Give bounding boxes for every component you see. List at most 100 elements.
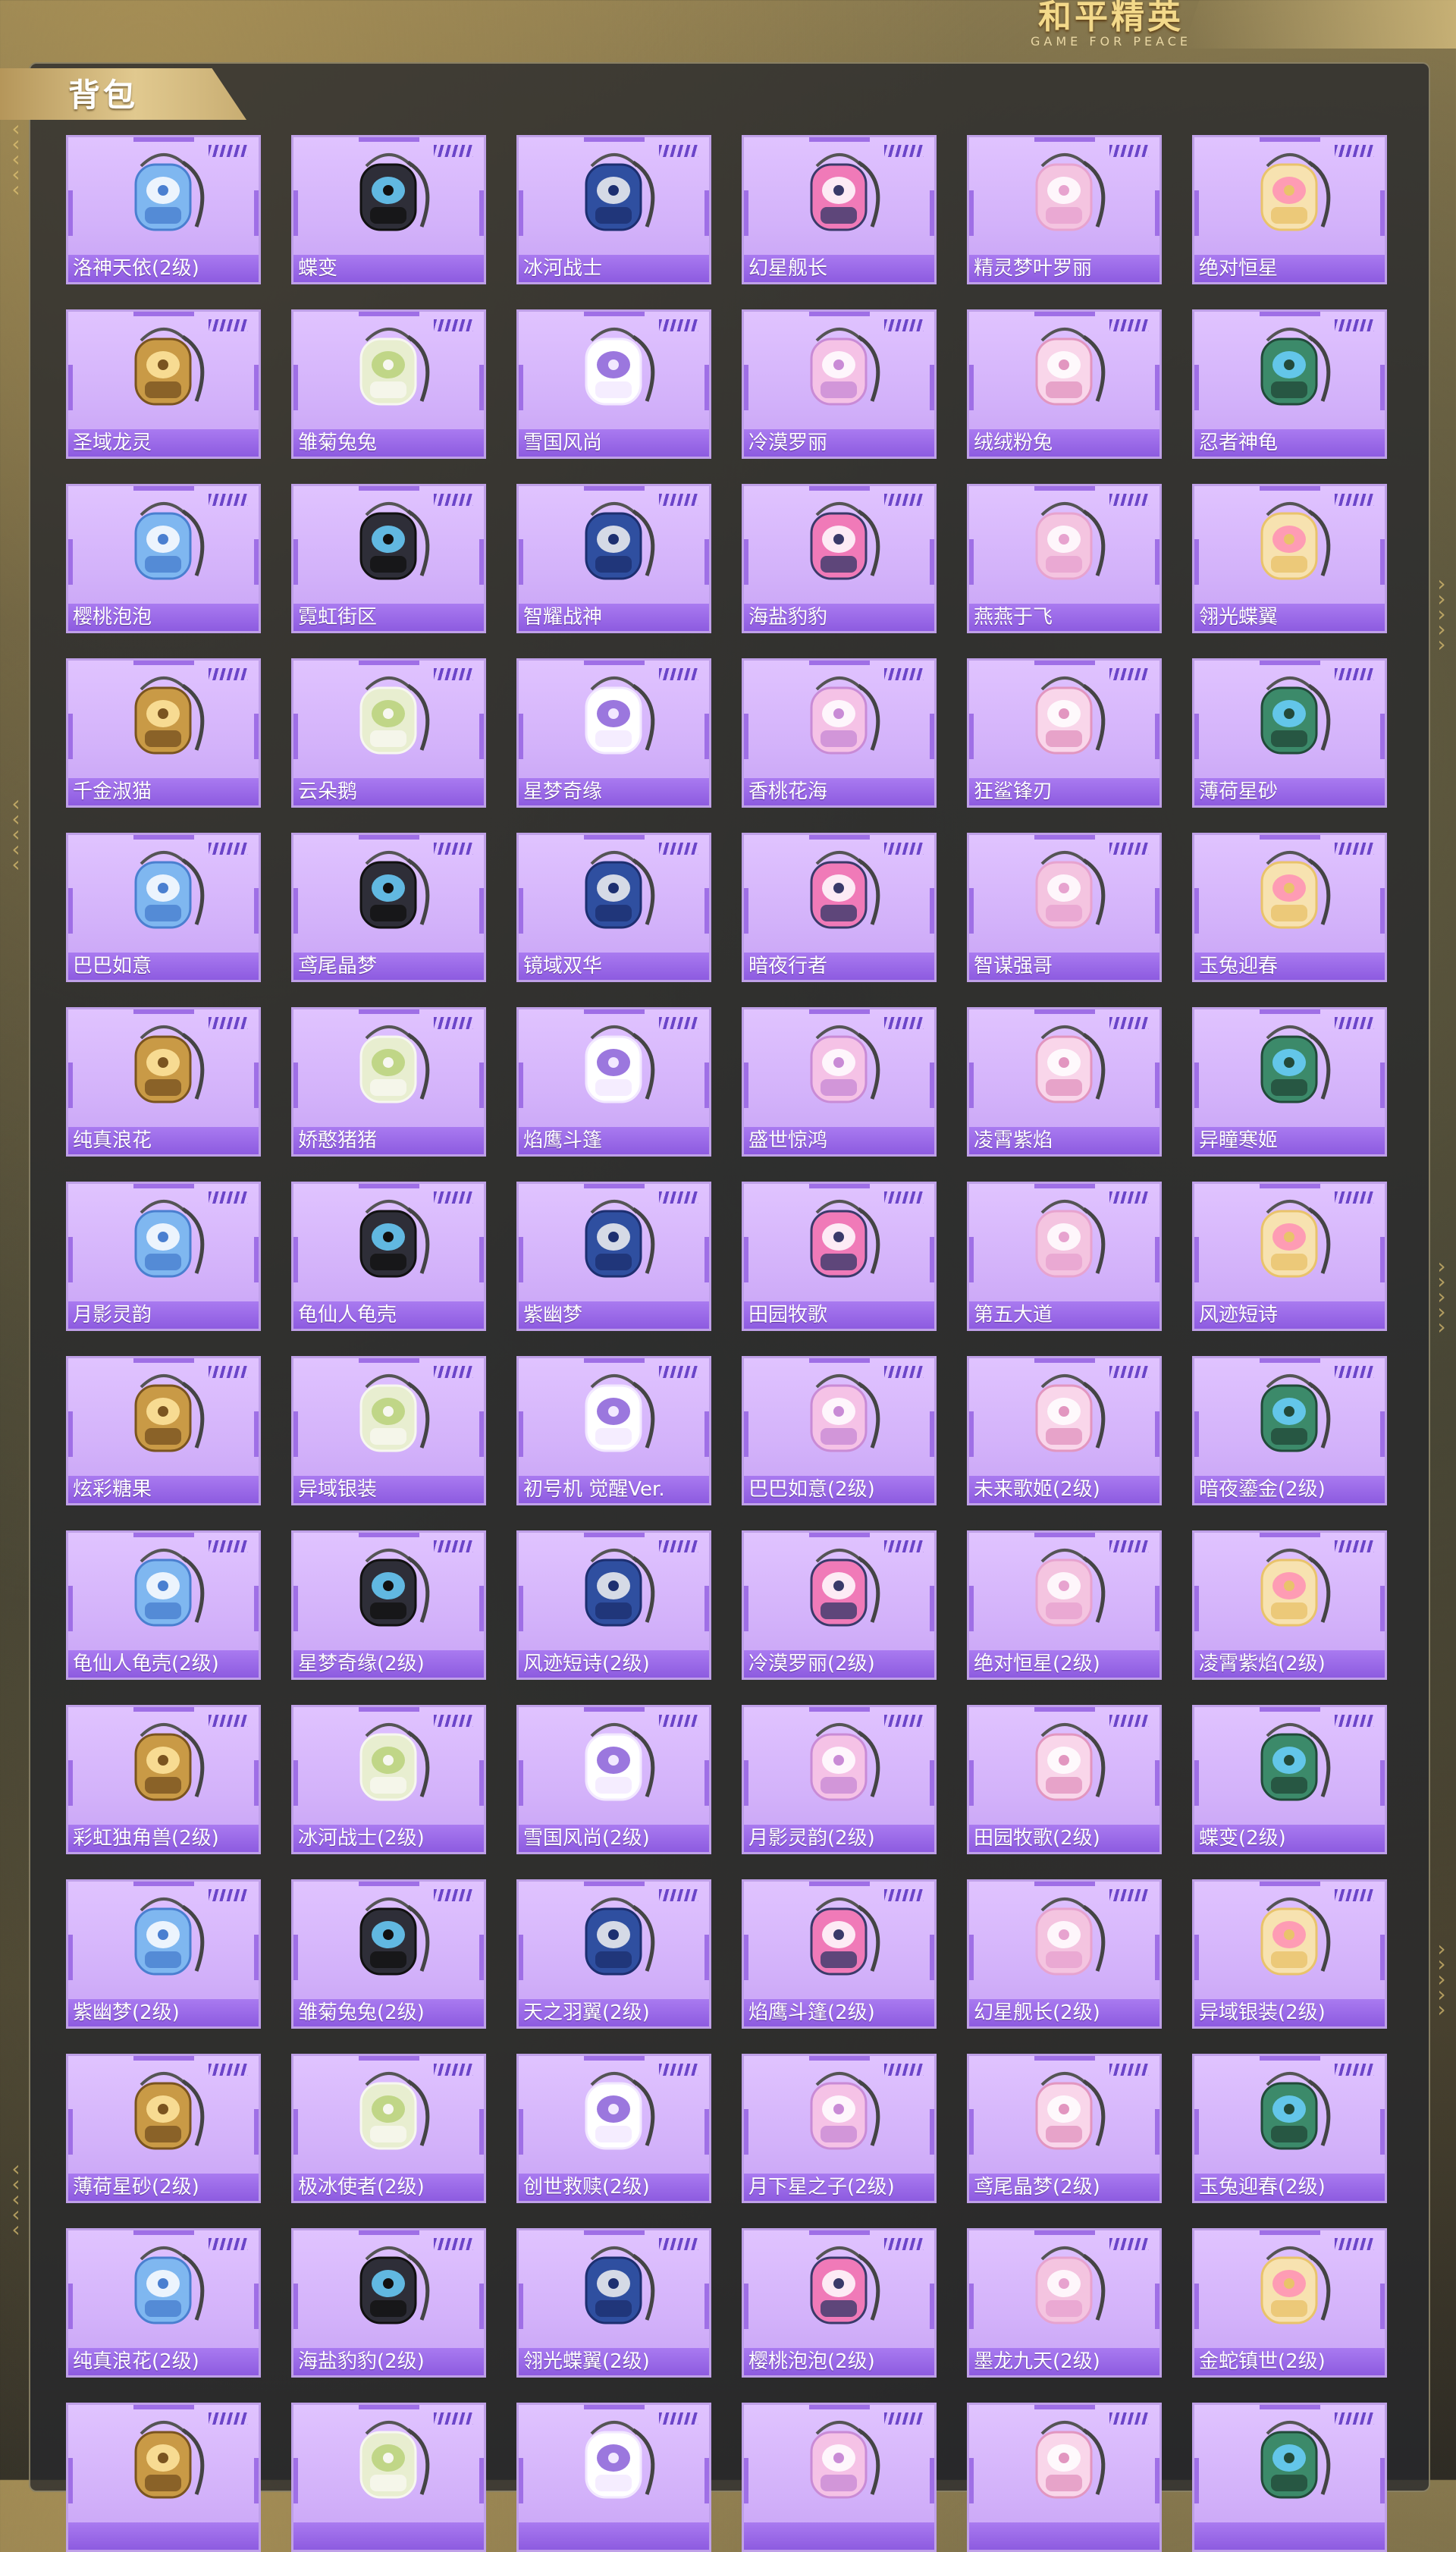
backpack-card[interactable]: 绝对恒星 [1192,135,1387,284]
backpack-card[interactable] [66,2403,261,2552]
backpack-card[interactable]: 翎光蝶翼 [1192,484,1387,633]
backpack-card[interactable]: 狂鲨锋刃 [967,658,1162,808]
backpack-card[interactable]: 田园牧歌 [742,1182,937,1331]
backpack-card[interactable]: 田园牧歌(2级) [967,1705,1162,1854]
backpack-card[interactable]: 月影灵韵 [66,1182,261,1331]
backpack-card[interactable]: 圣域龙灵 [66,309,261,459]
backpack-card[interactable]: 风迹短诗(2级) [516,1530,711,1680]
backpack-card[interactable]: 镜域双华 [516,833,711,982]
backpack-card[interactable]: 忍者神龟 [1192,309,1387,459]
backpack-card[interactable]: 暗夜鎏金(2级) [1192,1356,1387,1505]
backpack-card[interactable]: 娇憨猪猪 [291,1007,486,1157]
card-top-mark [1034,2230,1095,2235]
backpack-card[interactable]: 薄荷星砂(2级) [66,2054,261,2203]
backpack-card[interactable] [742,2403,937,2552]
card-top-mark [809,2056,870,2061]
card-top-mark [1034,2056,1095,2061]
backpack-card[interactable]: 异域银装 [291,1356,486,1505]
backpack-card[interactable]: 焰鹰斗篷(2级) [742,1879,937,2029]
backpack-name: 燕燕于飞 [969,604,1159,631]
backpack-card[interactable]: 霓虹街区 [291,484,486,633]
backpack-icon [1035,1898,1105,1976]
backpack-card[interactable]: 冰河战士(2级) [291,1705,486,1854]
backpack-card[interactable]: 玉兔迎春 [1192,833,1387,982]
backpack-card[interactable] [967,2403,1162,2552]
backpack-name: 紫幽梦(2级) [68,1999,259,2026]
backpack-card[interactable]: 盛世惊鸿 [742,1007,937,1157]
backpack-card[interactable]: 巴巴如意(2级) [742,1356,937,1505]
card-top-mark [133,1184,194,1188]
backpack-card[interactable]: 墨龙九天(2级) [967,2228,1162,2378]
backpack-card[interactable]: 鸢尾晶梦(2级) [967,2054,1162,2203]
card-top-mark [133,486,194,491]
backpack-card[interactable]: 月下星之子(2级) [742,2054,937,2203]
backpack-card[interactable]: 创世救赎(2级) [516,2054,711,2203]
backpack-icon [1260,1374,1330,1452]
backpack-card[interactable]: 蝶变 [291,135,486,284]
backpack-card[interactable]: 冰河战士 [516,135,711,284]
backpack-card[interactable]: 风迹短诗 [1192,1182,1387,1331]
backpack-card[interactable]: 龟仙人龟壳 [291,1182,486,1331]
backpack-card[interactable] [291,2403,486,2552]
backpack-card[interactable]: 异域银装(2级) [1192,1879,1387,2029]
backpack-icon [1260,851,1330,929]
backpack-card[interactable]: 绝对恒星(2级) [967,1530,1162,1680]
backpack-card[interactable]: 海盐豹豹 [742,484,937,633]
backpack-card[interactable]: 月影灵韵(2级) [742,1705,937,1854]
card-top-mark [809,835,870,840]
backpack-card[interactable]: 金蛇镇世(2级) [1192,2228,1387,2378]
backpack-card[interactable]: 龟仙人龟壳(2级) [66,1530,261,1680]
backpack-card[interactable]: 第五大道 [967,1182,1162,1331]
backpack-card[interactable]: 未来歌姬(2级) [967,1356,1162,1505]
backpack-card[interactable]: 樱桃泡泡 [66,484,261,633]
backpack-card[interactable]: 巴巴如意 [66,833,261,982]
backpack-card[interactable]: 幻星舰长(2级) [967,1879,1162,2029]
backpack-card[interactable]: 雏菊兔兔(2级) [291,1879,486,2029]
backpack-card[interactable] [1192,2403,1387,2552]
backpack-name: 龟仙人龟壳 [293,1301,484,1329]
backpack-card[interactable]: 鸢尾晶梦 [291,833,486,982]
backpack-card[interactable]: 纯真浪花(2级) [66,2228,261,2378]
backpack-card[interactable]: 智谋强哥 [967,833,1162,982]
backpack-card[interactable]: 千金淑猫 [66,658,261,808]
backpack-card[interactable]: 精灵梦叶罗丽 [967,135,1162,284]
backpack-grid: 洛神天依(2级) 蝶变 冰河战士 幻星舰长 精灵梦叶罗丽 绝对恒星 圣域龙灵 雏菊兔兔 雪国风尚… [66,135,1387,2552]
backpack-card[interactable]: 异瞳寒姬 [1192,1007,1387,1157]
backpack-card[interactable]: 玉兔迎春(2级) [1192,2054,1387,2203]
backpack-card[interactable]: 极冰使者(2级) [291,2054,486,2203]
backpack-card[interactable]: 幻星舰长 [742,135,937,284]
backpack-card[interactable]: 初号机 觉醒Ver. [516,1356,711,1505]
backpack-card[interactable]: 凌霄紫焰(2级) [1192,1530,1387,1680]
backpack-card[interactable]: 冷漠罗丽(2级) [742,1530,937,1680]
backpack-card[interactable]: 纯真浪花 [66,1007,261,1157]
backpack-card[interactable]: 樱桃泡泡(2级) [742,2228,937,2378]
backpack-card[interactable]: 绒绒粉兔 [967,309,1162,459]
backpack-card[interactable]: 冷漠罗丽 [742,309,937,459]
backpack-card[interactable]: 天之羽翼(2级) [516,1879,711,2029]
backpack-card[interactable]: 燕燕于飞 [967,484,1162,633]
backpack-card[interactable]: 雪国风尚 [516,309,711,459]
backpack-card[interactable]: 紫幽梦 [516,1182,711,1331]
backpack-card[interactable]: 雪国风尚(2级) [516,1705,711,1854]
backpack-card[interactable]: 星梦奇缘 [516,658,711,808]
backpack-card[interactable]: 洛神天依(2级) [66,135,261,284]
backpack-card[interactable]: 凌霄紫焰 [967,1007,1162,1157]
backpack-card[interactable]: 薄荷星砂 [1192,658,1387,808]
backpack-card[interactable] [516,2403,711,2552]
backpack-card[interactable]: 炫彩糖果 [66,1356,261,1505]
backpack-card[interactable]: 海盐豹豹(2级) [291,2228,486,2378]
backpack-card[interactable]: 焰鹰斗篷 [516,1007,711,1157]
backpack-name: 樱桃泡泡(2级) [744,2348,934,2375]
backpack-card[interactable]: 香桃花海 [742,658,937,808]
backpack-card[interactable]: 翎光蝶翼(2级) [516,2228,711,2378]
card-top-mark [359,1707,419,1712]
backpack-card[interactable]: 云朵鹅 [291,658,486,808]
backpack-card[interactable]: 星梦奇缘(2级) [291,1530,486,1680]
backpack-card[interactable]: 暗夜行者 [742,833,937,982]
backpack-name: 幻星舰长 [744,255,934,282]
backpack-card[interactable]: 紫幽梦(2级) [66,1879,261,2029]
backpack-card[interactable]: 智耀战神 [516,484,711,633]
backpack-card[interactable]: 蝶变(2级) [1192,1705,1387,1854]
backpack-card[interactable]: 雏菊兔兔 [291,309,486,459]
backpack-card[interactable]: 彩虹独角兽(2级) [66,1705,261,1854]
